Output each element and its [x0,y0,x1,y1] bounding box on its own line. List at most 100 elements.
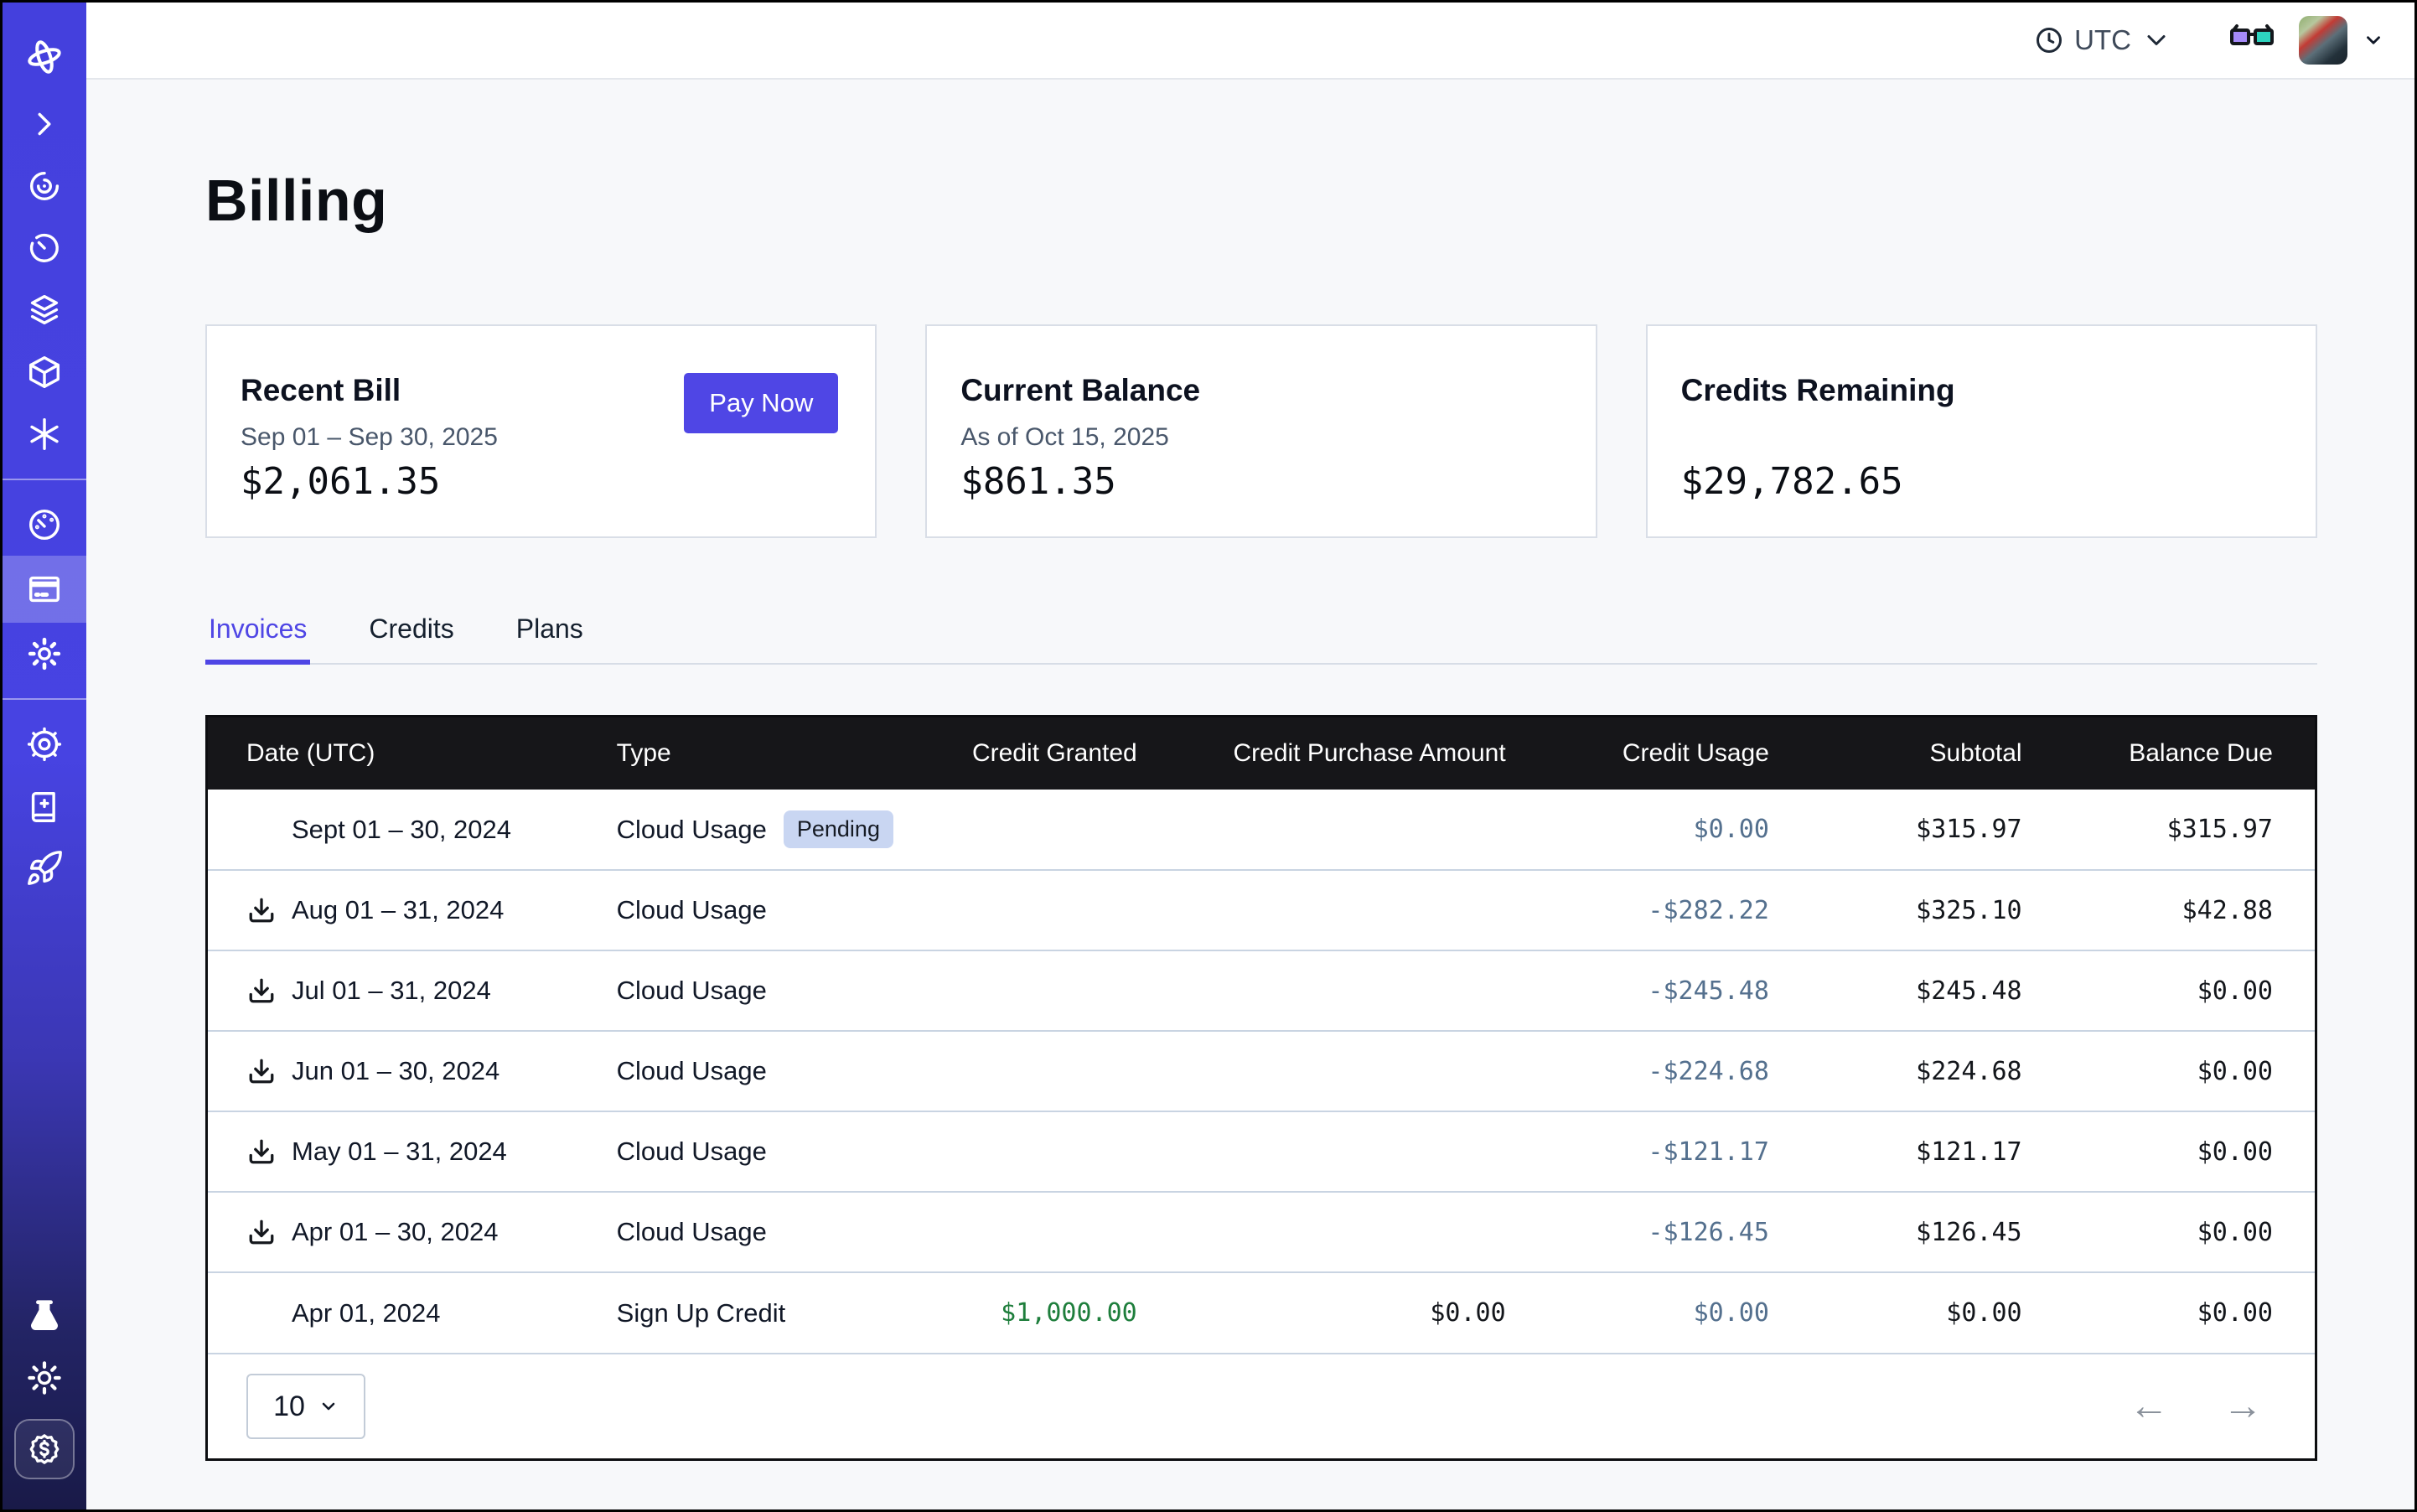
invoices-table: Date (UTC) Type Credit Granted Credit Pu… [205,715,2317,1461]
spiral-eye-icon[interactable] [3,155,86,217]
status-badge: Pending [784,810,893,848]
table-row[interactable]: Apr 01 – 30, 2024 Cloud Usage -$126.45 $… [208,1192,2315,1272]
gauge-icon[interactable] [3,494,86,556]
tab-plans[interactable]: Plans [513,602,587,663]
topbar: UTC [86,3,2414,80]
tab-invoices[interactable]: Invoices [205,602,310,663]
balance-due-value: $42.88 [2031,870,2315,950]
sidebar-item-billing[interactable] [3,556,86,623]
user-avatar[interactable] [2299,16,2347,65]
billing-tabs: Invoices Credits Plans [205,602,2317,665]
chevron-right-icon[interactable] [3,93,86,155]
column-header-credit-usage: Credit Usage [1514,717,1778,790]
clock-icon [2034,25,2064,55]
download-icon [246,1137,277,1167]
credit-usage-value: -$224.68 [1514,1031,1778,1111]
gear-icon[interactable] [3,623,86,685]
prev-page-button[interactable]: ← [2129,1386,2169,1427]
balance-due-value: $0.00 [2031,950,2315,1031]
main-area: UTC Billing Recent Bill Sep 01 – Sep 30,… [86,3,2414,1509]
subtotal-value: $245.48 [1778,950,2031,1031]
invoice-date: Apr 01 – 30, 2024 [292,1217,498,1247]
credit-usage-value: $0.00 [1514,790,1778,870]
user-menu[interactable] [2299,16,2384,65]
billing-page: Billing Recent Bill Sep 01 – Sep 30, 202… [86,80,2414,1509]
column-header-credit-granted: Credit Granted [945,717,1146,790]
credit-usage-value: -$121.17 [1514,1111,1778,1192]
download-icon [246,976,277,1006]
invoice-date: Sept 01 – 30, 2024 [292,815,511,845]
chevron-down-icon [2141,25,2171,55]
orbit-logo-icon[interactable] [3,21,86,93]
pay-now-button[interactable]: Pay Now [684,373,838,433]
invoice-type: Cloud Usage [617,1056,767,1085]
balance-due-value: $0.00 [2031,1111,2315,1192]
invoice-type: Sign Up Credit [617,1298,786,1328]
credit-granted-value [945,870,1146,950]
table-row[interactable]: Sept 01 – 30, 2024 Cloud Usage Pending $0… [208,790,2315,870]
download-invoice-button[interactable] [246,895,277,925]
invoice-date: Jun 01 – 30, 2024 [292,1056,499,1086]
credit-granted-value [945,950,1146,1031]
credit-purchase-value [1146,1031,1514,1111]
invoice-type: Cloud Usage [617,895,767,924]
card-title: Current Balance [960,373,1561,408]
card-title: Credits Remaining [1681,373,2282,408]
history-clock-icon[interactable] [3,217,86,279]
dollar-badge-icon [26,1431,63,1468]
invoice-type: Cloud Usage [617,976,767,1005]
next-page-button[interactable]: → [2223,1386,2263,1427]
table-row[interactable]: Jun 01 – 30, 2024 Cloud Usage -$224.68 $… [208,1031,2315,1111]
current-balance-amount: $861.35 [960,460,1115,503]
app-window: UTC Billing Recent Bill Sep 01 – Sep 30,… [0,0,2417,1512]
table-row[interactable]: Jul 01 – 31, 2024 Cloud Usage -$245.48 $… [208,950,2315,1031]
balance-due-value: $0.00 [2031,1031,2315,1111]
credit-granted-value [945,1192,1146,1272]
book-sparkle-icon[interactable] [3,775,86,837]
download-icon [246,895,277,925]
flask-icon[interactable] [3,1285,86,1347]
invoice-type: Cloud Usage [617,815,767,844]
wheel-icon[interactable] [3,713,86,775]
layers-icon[interactable] [3,279,86,341]
column-header-balance-due: Balance Due [2031,717,2315,790]
asterisk-icon[interactable] [3,403,86,465]
credit-usage-value: -$126.45 [1514,1192,1778,1272]
credit-granted-value [945,1111,1146,1192]
download-invoice-button[interactable] [246,1056,277,1086]
recent-bill-amount: $2,061.35 [241,460,440,503]
page-size-select[interactable]: 10 [246,1374,365,1439]
timezone-label: UTC [2074,24,2131,56]
subtotal-value: $315.97 [1778,790,2031,870]
download-icon [246,1217,277,1247]
download-invoice-button[interactable] [246,976,277,1006]
sidebar-divider [3,698,86,700]
balance-due-value: $0.00 [2031,1272,2315,1353]
invoice-date: Apr 01, 2024 [292,1298,441,1328]
current-balance-card: Current Balance As of Oct 15, 2025 $861.… [925,324,1597,538]
table-row[interactable]: Apr 01, 2024 Sign Up Credit $1,000.00 $0… [208,1272,2315,1353]
timezone-selector[interactable]: UTC [2034,24,2171,56]
credits-dollar-button[interactable] [14,1419,75,1479]
column-header-type: Type [608,717,945,790]
table-row[interactable]: Aug 01 – 31, 2024 Cloud Usage -$282.22 $… [208,870,2315,950]
cube-icon[interactable] [3,341,86,403]
column-header-subtotal: Subtotal [1778,717,2031,790]
glasses-icon[interactable] [2228,23,2275,57]
rocket-icon[interactable] [3,837,86,899]
recent-bill-card: Recent Bill Sep 01 – Sep 30, 2025 $2,061… [205,324,877,538]
sun-icon[interactable] [3,1347,86,1409]
subtotal-value: $121.17 [1778,1111,2031,1192]
credit-purchase-value [1146,1192,1514,1272]
column-header-credit-purchase: Credit Purchase Amount [1146,717,1514,790]
credit-granted-value [945,790,1146,870]
sidebar [3,3,86,1509]
download-invoice-button[interactable] [246,1137,277,1167]
invoice-date: Aug 01 – 31, 2024 [292,895,504,925]
download-invoice-button[interactable] [246,1217,277,1247]
summary-cards: Recent Bill Sep 01 – Sep 30, 2025 $2,061… [205,324,2317,538]
chevron-down-icon [2363,29,2384,51]
tab-credits[interactable]: Credits [365,602,457,663]
balance-due-value: $0.00 [2031,1192,2315,1272]
table-row[interactable]: May 01 – 31, 2024 Cloud Usage -$121.17 $… [208,1111,2315,1192]
